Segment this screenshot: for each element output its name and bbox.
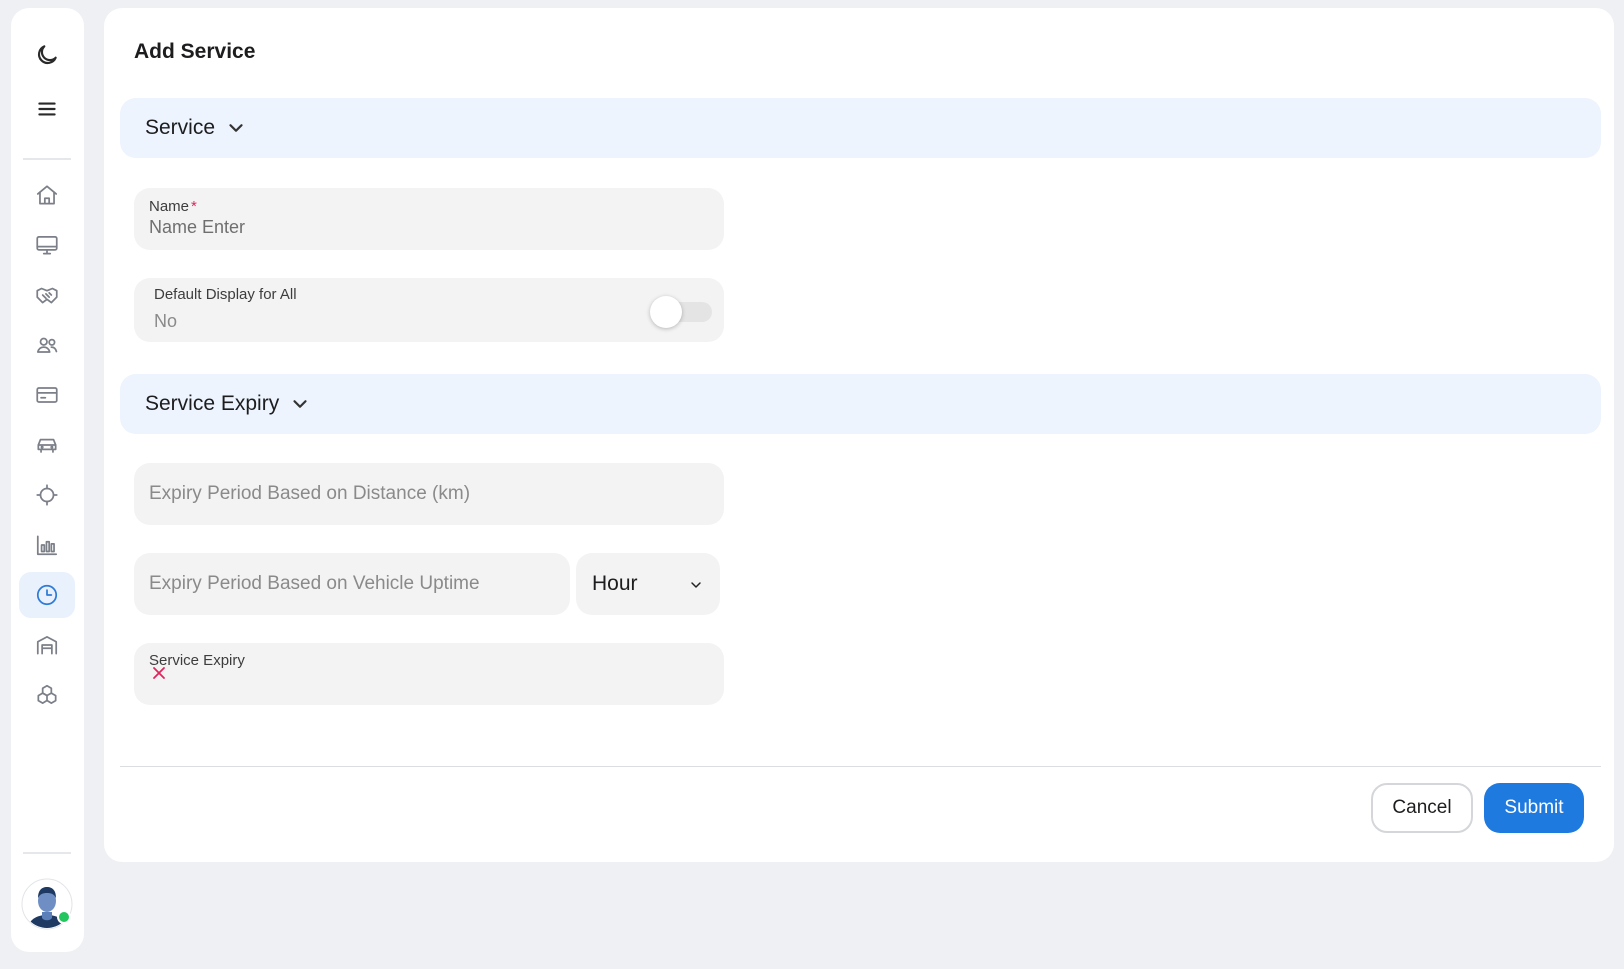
uptime-unit-select[interactable]: Hour xyxy=(576,553,720,615)
expiry-uptime-input[interactable]: Expiry Period Based on Vehicle Uptime xyxy=(134,553,570,615)
sidebar xyxy=(11,8,84,952)
expiry-distance-input[interactable]: Expiry Period Based on Distance (km) xyxy=(134,463,724,525)
default-display-toggle[interactable] xyxy=(650,296,712,328)
section-service-expiry-header[interactable]: Service Expiry xyxy=(120,374,1601,434)
cancel-button[interactable]: Cancel xyxy=(1371,783,1473,833)
uptime-unit-value: Hour xyxy=(592,572,638,595)
users-icon xyxy=(36,337,58,353)
sidebar-item-partners[interactable] xyxy=(19,272,75,318)
chevron-down-icon xyxy=(229,124,243,132)
page-title: Add Service xyxy=(134,40,256,63)
clock-icon xyxy=(36,584,58,606)
sidebar-item-garage[interactable] xyxy=(19,622,75,668)
chevron-down-icon xyxy=(293,400,307,408)
default-display-value: No xyxy=(154,311,178,331)
default-display-label: Default Display for All xyxy=(154,286,297,303)
garage-icon xyxy=(36,636,58,655)
section-service-header[interactable]: Service xyxy=(120,98,1601,158)
expiry-uptime-placeholder: Expiry Period Based on Vehicle Uptime xyxy=(149,573,480,594)
sidebar-divider xyxy=(23,158,71,160)
sidebar-item-monitor[interactable] xyxy=(19,222,75,268)
online-status-dot xyxy=(57,910,71,924)
sidebar-item-vehicles[interactable] xyxy=(19,422,75,468)
crosshair-icon xyxy=(36,484,58,506)
boxes-icon xyxy=(37,684,57,704)
bar-chart-icon xyxy=(36,535,58,556)
submit-button[interactable]: Submit xyxy=(1484,783,1584,833)
clear-icon[interactable] xyxy=(152,666,166,680)
default-display-field: Default Display for All No xyxy=(134,278,724,342)
handshake-icon xyxy=(36,287,58,304)
sidebar-divider xyxy=(23,852,71,854)
sidebar-item-tracking[interactable] xyxy=(19,472,75,518)
chevron-down-icon xyxy=(691,582,701,588)
sidebar-item-cards[interactable] xyxy=(19,372,75,418)
service-expiry-field[interactable]: Service Expiry xyxy=(134,643,724,705)
home-icon xyxy=(36,185,58,205)
section-service-title: Service xyxy=(145,116,216,139)
sidebar-item-inventory[interactable] xyxy=(19,672,75,718)
sidebar-item-services[interactable] xyxy=(19,572,75,618)
moon-icon xyxy=(37,45,57,65)
car-icon xyxy=(37,438,57,453)
theme-toggle-button[interactable] xyxy=(19,32,75,78)
sidebar-item-reports[interactable] xyxy=(19,522,75,568)
section-service-expiry-title: Service Expiry xyxy=(145,392,280,415)
add-service-card: Add Service Service Name * Name Enter Def… xyxy=(104,8,1614,862)
menu-icon xyxy=(38,102,56,116)
name-field-label: Name * xyxy=(149,198,197,215)
required-mark: * xyxy=(191,198,197,215)
expiry-distance-placeholder: Expiry Period Based on Distance (km) xyxy=(149,483,471,504)
toggle-knob xyxy=(650,296,682,328)
name-field[interactable]: Name * Name Enter xyxy=(134,188,724,250)
card-icon xyxy=(36,387,58,403)
name-field-value: Name Enter xyxy=(149,217,246,237)
menu-button[interactable] xyxy=(19,86,75,132)
sidebar-item-home[interactable] xyxy=(19,172,75,218)
sidebar-item-users[interactable] xyxy=(19,322,75,368)
monitor-icon xyxy=(36,236,58,255)
footer-divider xyxy=(120,766,1601,767)
